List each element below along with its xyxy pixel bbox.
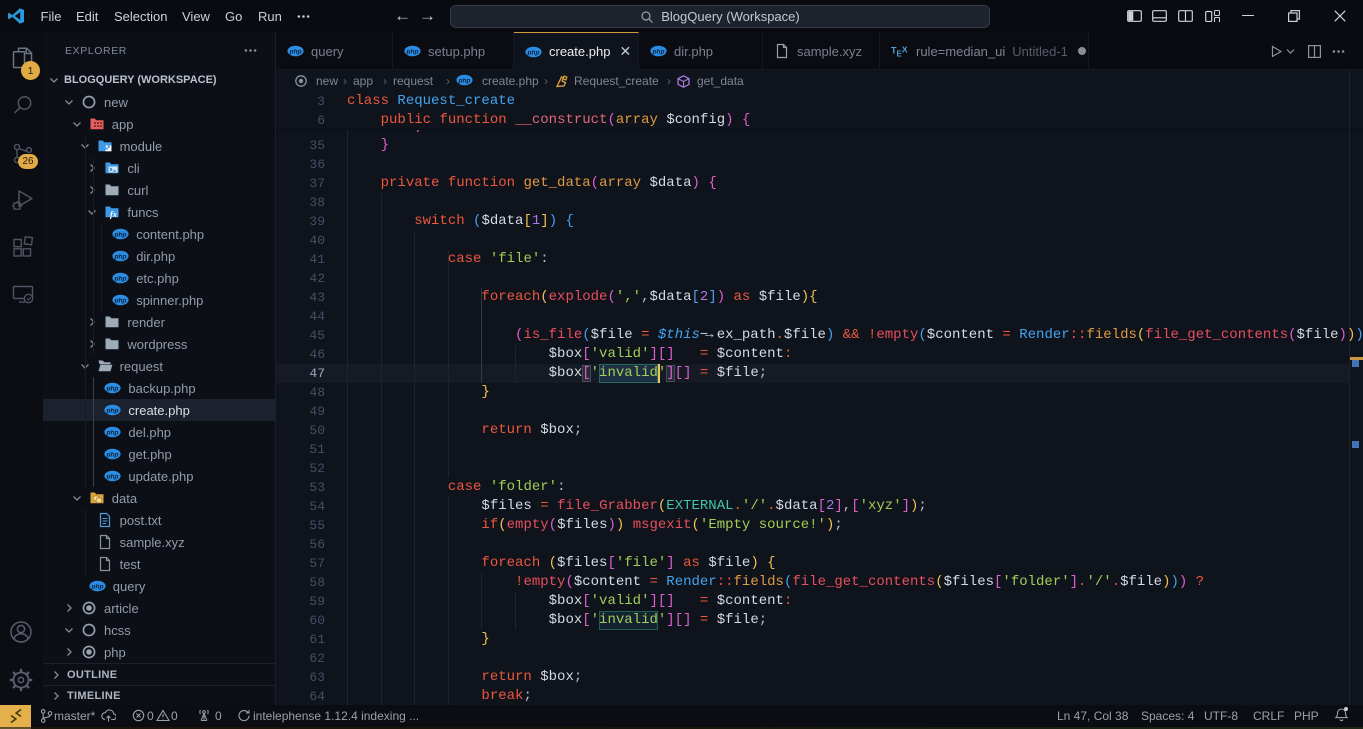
svg-text:php: php [652,48,665,55]
svg-text:php: php [106,429,119,436]
svg-text:php: php [527,49,540,56]
svg-text:php: php [114,297,127,304]
svg-text:php: php [106,407,119,414]
svg-text:php: php [106,473,119,480]
svg-text:php: php [90,583,103,590]
svg-text:php: php [106,385,119,392]
svg-text:php: php [114,275,127,282]
svg-text:php: php [114,253,127,260]
svg-text:fx: fx [110,209,118,219]
svg-text:php: php [106,451,119,458]
svg-text:php: php [289,48,302,55]
svg-text:TEX: TEX [891,45,908,58]
svg-text:php: php [406,48,419,55]
svg-text:php: php [114,231,127,238]
svg-text:php: php [458,77,471,84]
